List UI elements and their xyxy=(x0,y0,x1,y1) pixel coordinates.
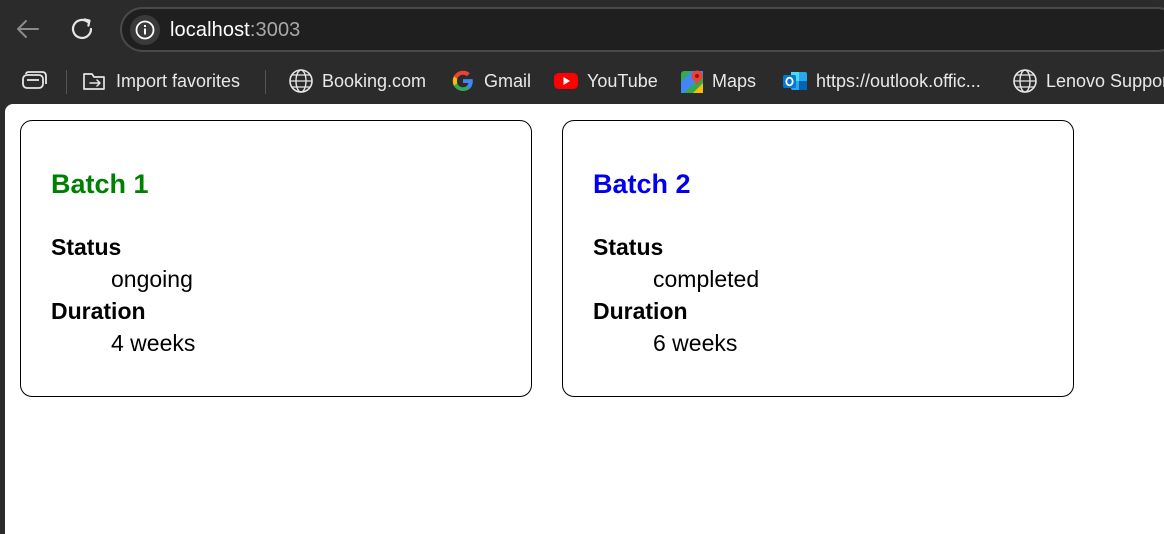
batch-card: Batch 1 Status ongoing Duration 4 weeks xyxy=(20,120,532,397)
bookmark-label: Lenovo Support xyxy=(1046,70,1164,91)
reload-button[interactable] xyxy=(66,12,100,46)
bookmark-youtube[interactable]: YouTube xyxy=(553,67,658,95)
bookmark-gmail[interactable]: Gmail xyxy=(450,67,531,95)
bookmark-lenovo-support[interactable]: Lenovo Support xyxy=(1012,67,1164,95)
status-label: Status xyxy=(593,234,664,260)
bookmarks-divider xyxy=(265,70,266,94)
reload-icon xyxy=(71,18,93,40)
batch-title: Batch 2 xyxy=(593,169,691,199)
page-content: Batch 1 Status ongoing Duration 4 weeks … xyxy=(5,104,1164,534)
bookmark-import-favorites[interactable]: Import favorites xyxy=(82,67,240,95)
batch-card: Batch 2 Status completed Duration 6 week… xyxy=(562,120,1074,397)
bookmark-maps[interactable]: Maps xyxy=(680,67,756,95)
status-label: Status xyxy=(51,234,122,260)
duration-value: 6 weeks xyxy=(653,330,738,356)
youtube-icon xyxy=(554,73,578,89)
duration-label: Duration xyxy=(593,298,688,324)
browser-chrome: localhost:3003 Import favorites Booking.… xyxy=(0,0,1164,104)
url-host: localhost xyxy=(170,19,250,41)
import-favorites-icon xyxy=(83,73,105,90)
globe-icon xyxy=(1013,69,1037,93)
bookmark-label: YouTube xyxy=(587,70,658,91)
bookmark-label: Booking.com xyxy=(322,70,427,91)
bookmarks-bar: Import favorites Booking.com Gmail YouTu… xyxy=(0,60,1164,102)
bookmark-label: Gmail xyxy=(484,70,532,91)
duration-label: Duration xyxy=(51,298,146,324)
maps-icon xyxy=(681,70,703,93)
site-info-icon[interactable] xyxy=(130,15,160,45)
address-bar[interactable]: localhost:3003 xyxy=(120,7,1164,52)
bookmarks-divider xyxy=(66,70,67,94)
google-icon xyxy=(452,70,473,91)
globe-icon xyxy=(289,69,313,93)
outlook-icon xyxy=(783,72,807,90)
bookmark-outlook[interactable]: https://outlook.offic... xyxy=(782,67,981,95)
status-value: ongoing xyxy=(111,266,193,292)
status-value: completed xyxy=(653,266,760,292)
url-text: localhost:3003 xyxy=(170,19,300,42)
back-arrow-icon xyxy=(17,20,39,38)
collections-button[interactable] xyxy=(20,67,48,95)
collections-icon xyxy=(22,71,47,89)
back-button[interactable] xyxy=(11,12,45,46)
bookmark-booking[interactable]: Booking.com xyxy=(288,67,426,95)
bookmark-label: Import favorites xyxy=(116,70,241,91)
bookmark-label: Maps xyxy=(712,70,757,91)
bookmark-label: https://outlook.offic... xyxy=(816,70,981,91)
url-port: :3003 xyxy=(249,19,301,41)
duration-value: 4 weeks xyxy=(111,330,196,356)
batch-title: Batch 1 xyxy=(51,169,149,199)
